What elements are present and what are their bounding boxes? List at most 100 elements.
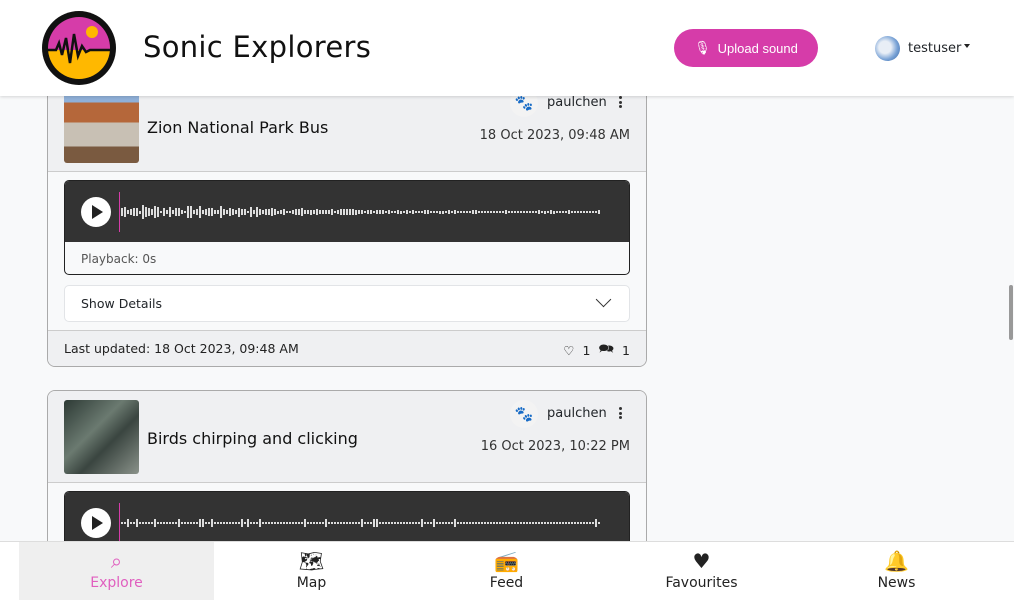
waveform-bar: [205, 208, 207, 216]
waveform-bar: [271, 208, 273, 216]
waveform-bar: [283, 522, 285, 524]
waveform-bar: [352, 522, 354, 524]
nav-explore[interactable]: ⌕ Explore: [19, 542, 214, 600]
waveform-bar: [445, 522, 447, 524]
waveform-bar: [274, 522, 276, 524]
waveform-bar: [208, 208, 210, 216]
nav-map[interactable]: 🗺 Map: [214, 542, 409, 600]
waveform-bar: [151, 522, 153, 524]
waveform-bar: [238, 522, 240, 524]
nav-feed[interactable]: 📻 Feed: [409, 542, 604, 600]
waveform-bar: [217, 210, 219, 214]
waveform-bar: [370, 522, 372, 524]
scrollbar[interactable]: [1009, 285, 1013, 340]
waveform-bar: [571, 210, 573, 214]
waveform-bar: [280, 210, 282, 214]
user-menu[interactable]: testuser: [875, 36, 971, 61]
waveform-bar: [568, 522, 570, 524]
waveform-bar: [208, 522, 210, 524]
waveform-bar: [166, 522, 168, 524]
waveform-bar: [373, 518, 375, 528]
waveform-bar: [232, 522, 234, 524]
waveform-bar: [289, 210, 291, 214]
waveform-bar: [235, 210, 237, 214]
show-details-toggle[interactable]: Show Details: [64, 285, 630, 322]
waveform-bar: [157, 522, 159, 524]
like-count: 1: [582, 343, 591, 358]
map-icon: 🗺: [298, 549, 325, 573]
sound-thumbnail[interactable]: [64, 89, 139, 163]
last-updated: Last updated: 18 Oct 2023, 09:48 AM: [64, 341, 299, 356]
waveform-bar: [583, 522, 585, 524]
waveform-bar: [292, 209, 294, 215]
waveform-bar: [238, 207, 240, 217]
kebab-menu-icon[interactable]: [614, 405, 626, 421]
heart-icon[interactable]: ♡: [563, 343, 574, 358]
nav-favourites[interactable]: ♥ Favourites: [604, 542, 799, 600]
waveform-bar: [232, 209, 234, 215]
waveform-bar: [229, 522, 231, 524]
waveform-bar: [442, 210, 444, 214]
waveform-bar: [433, 211, 435, 213]
play-icon[interactable]: [81, 508, 111, 538]
waveform-bar: [508, 522, 510, 524]
sonic-explorers-logo[interactable]: [39, 8, 119, 88]
waveform-bar: [331, 522, 333, 524]
waveform-bar: [130, 209, 132, 215]
waveform-bar: [490, 522, 492, 524]
waveform-bar: [346, 208, 348, 216]
sound-card: Zion National Park Bus 🐾 paulchen 18 Oct…: [47, 79, 647, 367]
comment-count: 1: [622, 343, 630, 358]
waveform-bar: [190, 522, 192, 524]
sound-title[interactable]: Birds chirping and clicking: [147, 429, 358, 448]
upload-sound-label: Upload sound: [717, 40, 798, 56]
waveform-bar: [334, 522, 336, 524]
waveform-bar: [520, 522, 522, 524]
waveform-bar: [313, 522, 315, 524]
waveform-bar: [121, 522, 123, 524]
waveform-bar: [172, 522, 174, 524]
heart-pulse-icon: ♥: [692, 549, 711, 573]
comments-icon[interactable]: 🗪: [598, 340, 614, 361]
sound-thumbnail[interactable]: [64, 400, 139, 474]
upload-sound-button[interactable]: 🎙 Upload sound: [674, 29, 818, 67]
waveform-bar: [196, 522, 198, 524]
play-icon[interactable]: [81, 197, 111, 227]
waveform-bar: [577, 522, 579, 524]
waveform-bar: [364, 210, 366, 214]
waveform[interactable]: [65, 181, 629, 242]
waveform-bar: [241, 209, 243, 215]
user-avatar[interactable]: 🐾: [510, 400, 538, 428]
waveform-bar: [448, 210, 450, 214]
waveform-bar: [505, 522, 507, 524]
waveform-bar: [229, 208, 231, 216]
waveform-bar: [529, 522, 531, 524]
sound-author[interactable]: paulchen: [547, 406, 607, 421]
waveform-bar: [283, 209, 285, 215]
waveform-bar: [415, 522, 417, 524]
waveform-bar: [187, 205, 189, 219]
card-footer: Last updated: 18 Oct 2023, 09:48 AM ♡ 1 🗪…: [48, 330, 646, 366]
waveform-bar: [466, 522, 468, 524]
waveform-bar: [256, 207, 258, 217]
waveform-bar: [343, 209, 345, 215]
waveform-bar: [565, 522, 567, 524]
waveform-bar: [187, 522, 189, 524]
waveform-bar: [130, 522, 132, 524]
waveform-bar: [247, 210, 249, 214]
sound-author[interactable]: paulchen: [547, 95, 607, 110]
waveform-bar: [397, 210, 399, 214]
waveform-bar: [211, 207, 213, 217]
waveform-bar: [175, 522, 177, 524]
waveform-bar: [442, 522, 444, 524]
waveform-bar: [214, 522, 216, 524]
waveform-bar: [421, 518, 423, 528]
waveform-bar: [202, 518, 204, 528]
waveform-bar: [373, 210, 375, 214]
nav-news[interactable]: 🔔 News: [799, 542, 994, 600]
waveform-bar: [547, 210, 549, 214]
sound-title[interactable]: Zion National Park Bus: [147, 118, 328, 137]
waveform-bar: [370, 210, 372, 214]
kebab-menu-icon[interactable]: [614, 94, 626, 110]
waveform-bar: [286, 522, 288, 524]
